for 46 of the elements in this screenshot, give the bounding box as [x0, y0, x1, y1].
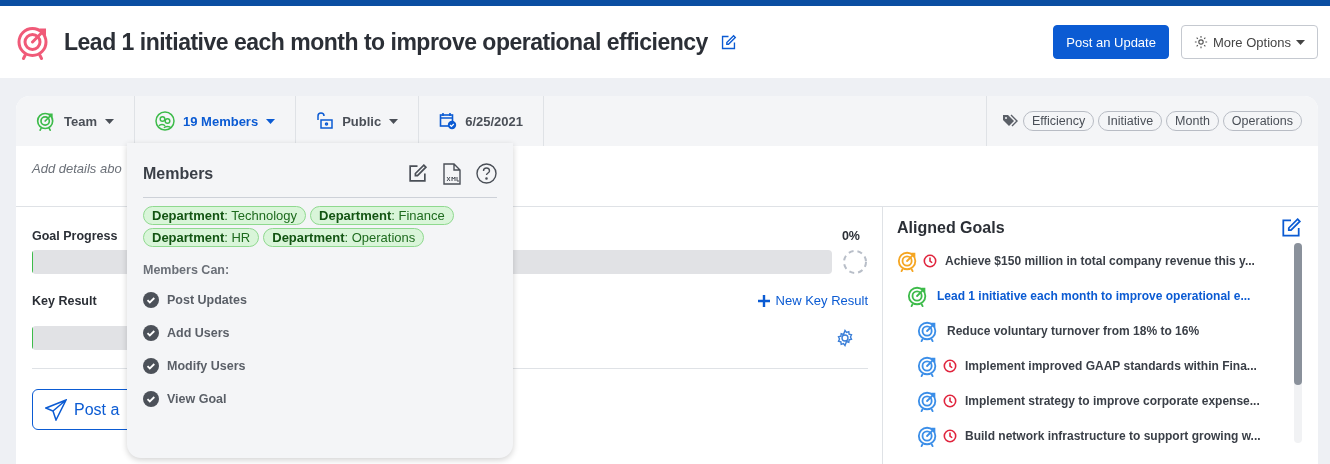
aligned-goals-title: Aligned Goals [897, 219, 1005, 237]
caret-icon [266, 118, 276, 124]
aligned-goal-link[interactable]: Implement improved GAAP standards within Fina... [965, 358, 1257, 373]
aligned-goal-link[interactable]: Build network infrastructure to support growing w... [965, 428, 1261, 443]
permission-label: Add Users [167, 325, 230, 340]
help-icon[interactable] [476, 163, 497, 184]
post-update-button[interactable]: Post an Update [1053, 25, 1169, 59]
department-chip: Department: Technology [143, 206, 306, 225]
people-icon [155, 111, 175, 131]
target-icon [36, 111, 56, 131]
tag-chip[interactable]: Initiative [1098, 111, 1163, 131]
goal-progress-label: Goal Progress [32, 229, 118, 243]
calendar-check-icon [439, 112, 458, 130]
department-chip: Department: Operations [263, 228, 425, 247]
tag-chip[interactable]: Month [1166, 111, 1219, 131]
aligned-goal-link[interactable]: Lead 1 initiative each month to improve operational e... [937, 288, 1251, 303]
unlocked-padlock-icon [316, 112, 335, 130]
caret-icon [389, 118, 399, 124]
tag-chip[interactable]: Operations [1222, 111, 1302, 131]
aligned-goal-link[interactable]: Achieve $150 million in total company revenue this y... [945, 253, 1255, 268]
department-chip: Department: HR [143, 228, 260, 247]
xml-file-icon[interactable] [442, 163, 462, 185]
tag-chip[interactable]: Efficiency [1022, 111, 1095, 131]
permission-label: Post Updates [167, 292, 247, 307]
caret-icon [105, 118, 114, 124]
permissions-title: Members Can: [143, 263, 231, 277]
scrollbar[interactable] [1294, 243, 1302, 443]
goal-title: Lead 1 initiative each month to improve operational efficiency [64, 28, 708, 56]
caret-icon [1296, 39, 1305, 45]
more-options-button[interactable]: More Options [1180, 25, 1318, 59]
key-result-label: Key Result [32, 293, 97, 308]
popup-title: Members [143, 165, 214, 183]
dashed-circle-icon [842, 249, 868, 275]
progress-percentage: 0% [841, 229, 860, 243]
tags-icon [1002, 114, 1019, 128]
aligned-goal-link[interactable]: Implement strategy to improve corporate expense... [965, 393, 1260, 408]
edit-icon[interactable] [719, 33, 737, 51]
details-placeholder[interactable]: Add details abo [32, 161, 122, 176]
new-key-result-link[interactable]: New Key Result [757, 293, 868, 308]
edit-icon[interactable] [1280, 217, 1302, 239]
paper-plane-icon [45, 398, 67, 421]
plus-icon [757, 294, 770, 307]
edit-icon[interactable] [407, 163, 428, 184]
permission-label: Modify Users [167, 358, 246, 373]
aligned-goal-link[interactable]: Reduce voluntary turnover from 18% to 16% [947, 323, 1200, 338]
department-chip: Department: Finance [310, 206, 454, 225]
